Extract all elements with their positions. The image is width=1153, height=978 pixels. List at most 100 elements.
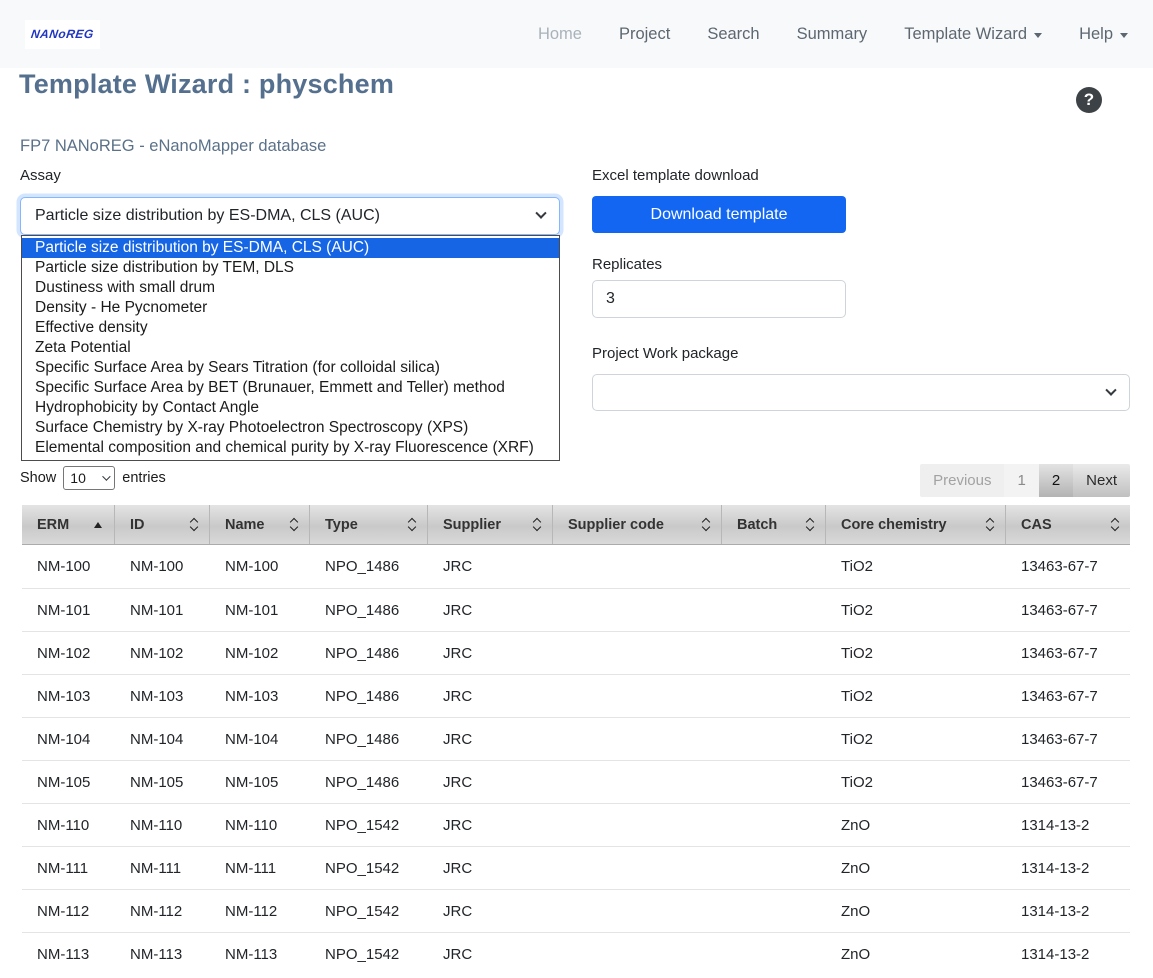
nav-item-template-wizard[interactable]: Template Wizard xyxy=(904,25,1042,44)
database-subtitle: FP7 NANoREG - eNanoMapper database xyxy=(20,137,326,156)
column-header-batch[interactable]: Batch xyxy=(722,505,826,544)
column-header-name[interactable]: Name xyxy=(210,505,310,544)
table-body: NM-100NM-100NM-100NPO_1486JRCTiO213463-6… xyxy=(22,545,1130,975)
table-row[interactable]: NM-104NM-104NM-104NPO_1486JRCTiO213463-6… xyxy=(22,717,1130,760)
entries-label: entries xyxy=(122,470,166,486)
table-cell-supplier: JRC xyxy=(428,675,553,717)
chevron-down-icon xyxy=(806,523,814,531)
table-cell-supplier: JRC xyxy=(428,718,553,760)
table-cell-id: NM-103 xyxy=(115,675,210,717)
sort-both-icon xyxy=(283,519,297,530)
column-header-label: Batch xyxy=(737,517,777,533)
table-row[interactable]: NM-100NM-100NM-100NPO_1486JRCTiO213463-6… xyxy=(22,545,1130,588)
table-row[interactable]: NM-111NM-111NM-111NPO_1542JRCZnO1314-13-… xyxy=(22,846,1130,889)
assay-option-elemental-composition-and-chemical-purit[interactable]: Elemental composition and chemical purit… xyxy=(22,438,559,458)
sort-both-icon xyxy=(526,519,540,530)
assay-option-particle-size-distribution-by-tem-dls[interactable]: Particle size distribution by TEM, DLS xyxy=(22,258,559,278)
assay-option-dustiness-with-small-drum[interactable]: Dustiness with small drum xyxy=(22,278,559,298)
table-cell-cas: 1314-13-2 xyxy=(1006,804,1130,846)
table-row[interactable]: NM-105NM-105NM-105NPO_1486JRCTiO213463-6… xyxy=(22,760,1130,803)
column-header-cas[interactable]: CAS xyxy=(1006,505,1130,544)
pagination: Previous12Next xyxy=(920,464,1130,497)
assay-option-particle-size-distribution-by-es-dma-cls[interactable]: Particle size distribution by ES-DMA, CL… xyxy=(22,238,559,258)
column-header-label: Name xyxy=(225,517,265,533)
table-cell-name: NM-105 xyxy=(210,761,310,803)
download-template-button[interactable]: Download template xyxy=(592,196,846,233)
pagination-previous-button[interactable]: Previous xyxy=(920,464,1004,497)
table-row[interactable]: NM-112NM-112NM-112NPO_1542JRCZnO1314-13-… xyxy=(22,889,1130,932)
nav-item-summary[interactable]: Summary xyxy=(797,25,868,44)
column-header-erm[interactable]: ERM xyxy=(22,505,115,544)
table-cell-type: NPO_1486 xyxy=(310,718,428,760)
table-cell-type: NPO_1542 xyxy=(310,847,428,889)
table-row[interactable]: NM-103NM-103NM-103NPO_1486JRCTiO213463-6… xyxy=(22,674,1130,717)
table-cell-name: NM-112 xyxy=(210,890,310,932)
caret-down-icon xyxy=(1120,33,1128,38)
table-cell-type: NPO_1486 xyxy=(310,545,428,588)
replicates-label: Replicates xyxy=(592,256,662,273)
nav-item-label: Search xyxy=(707,25,759,44)
nanoreg-logo[interactable]: NANoREG xyxy=(25,20,100,49)
table-cell-supplier: JRC xyxy=(428,847,553,889)
table-cell-id: NM-112 xyxy=(115,890,210,932)
table-cell-name: NM-104 xyxy=(210,718,310,760)
table-row[interactable]: NM-102NM-102NM-102NPO_1486JRCTiO213463-6… xyxy=(22,631,1130,674)
table-cell-batch xyxy=(722,890,826,932)
pagination-page-1[interactable]: 1 xyxy=(1004,464,1038,497)
nav-item-search[interactable]: Search xyxy=(707,25,759,44)
nav-item-help[interactable]: Help xyxy=(1079,25,1128,44)
table-cell-batch xyxy=(722,675,826,717)
nav-item-label: Project xyxy=(619,25,670,44)
nav-item-project[interactable]: Project xyxy=(619,25,670,44)
table-cell-supplier-code xyxy=(553,632,722,674)
table-cell-type: NPO_1542 xyxy=(310,890,428,932)
table-cell-type: NPO_1486 xyxy=(310,675,428,717)
table-cell-erm: NM-104 xyxy=(22,718,115,760)
pagination-page-2[interactable]: 2 xyxy=(1039,464,1073,497)
table-cell-id: NM-105 xyxy=(115,761,210,803)
column-header-label: Supplier xyxy=(443,517,501,533)
assay-option-zeta-potential[interactable]: Zeta Potential xyxy=(22,338,559,358)
assay-option-density-he-pycnometer[interactable]: Density - He Pycnometer xyxy=(22,298,559,318)
sort-both-icon xyxy=(799,519,813,530)
caret-down-icon xyxy=(1034,33,1042,38)
table-cell-id: NM-111 xyxy=(115,847,210,889)
table-cell-cas: 1314-13-2 xyxy=(1006,890,1130,932)
column-header-core-chemistry[interactable]: Core chemistry xyxy=(826,505,1006,544)
column-header-label: Type xyxy=(325,517,358,533)
table-cell-supplier: JRC xyxy=(428,933,553,975)
assay-option-hydrophobicity-by-contact-angle[interactable]: Hydrophobicity by Contact Angle xyxy=(22,398,559,418)
table-cell-batch xyxy=(722,933,826,975)
assay-option-effective-density[interactable]: Effective density xyxy=(22,318,559,338)
assay-option-specific-surface-area-by-bet-brunauer-em[interactable]: Specific Surface Area by BET (Brunauer, … xyxy=(22,378,559,398)
column-header-type[interactable]: Type xyxy=(310,505,428,544)
table-row[interactable]: NM-113NM-113NM-113NPO_1542JRCZnO1314-13-… xyxy=(22,932,1130,975)
table-cell-core-chemistry: TiO2 xyxy=(826,589,1006,631)
chevron-down-icon xyxy=(533,523,541,531)
triangle-up-icon xyxy=(94,522,102,528)
replicates-input[interactable] xyxy=(592,280,846,318)
entries-select[interactable]: 10 xyxy=(63,466,115,490)
assay-select[interactable]: Particle size distribution by ES-DMA, CL… xyxy=(20,197,560,235)
column-header-label: ID xyxy=(130,517,145,533)
work-package-select[interactable] xyxy=(592,374,1130,411)
table-row[interactable]: NM-110NM-110NM-110NPO_1542JRCZnO1314-13-… xyxy=(22,803,1130,846)
table-cell-type: NPO_1542 xyxy=(310,804,428,846)
help-icon[interactable]: ? xyxy=(1076,87,1102,113)
table-cell-supplier-code xyxy=(553,718,722,760)
nav-items: Home Project Search Summary Template Wizard H… xyxy=(538,25,1128,44)
excel-download-label: Excel template download xyxy=(592,167,759,184)
table-row[interactable]: NM-101NM-101NM-101NPO_1486JRCTiO213463-6… xyxy=(22,588,1130,631)
table-cell-name: NM-111 xyxy=(210,847,310,889)
column-header-id[interactable]: ID xyxy=(115,505,210,544)
assay-option-specific-surface-area-by-sears-titration[interactable]: Specific Surface Area by Sears Titration… xyxy=(22,358,559,378)
column-header-supplier[interactable]: Supplier xyxy=(428,505,553,544)
table-cell-id: NM-102 xyxy=(115,632,210,674)
column-header-label: Core chemistry xyxy=(841,517,947,533)
pagination-next-button[interactable]: Next xyxy=(1073,464,1130,497)
table-header-row: ERM ID Name Type Supplier Supplier code Batch C… xyxy=(22,505,1130,545)
column-header-supplier-code[interactable]: Supplier code xyxy=(553,505,722,544)
assay-option-surface-chemistry-by-x-ray-photoelectron[interactable]: Surface Chemistry by X-ray Photoelectron… xyxy=(22,418,559,438)
nav-item-home[interactable]: Home xyxy=(538,25,582,44)
assay-select-value: Particle size distribution by ES-DMA, CL… xyxy=(35,207,380,225)
